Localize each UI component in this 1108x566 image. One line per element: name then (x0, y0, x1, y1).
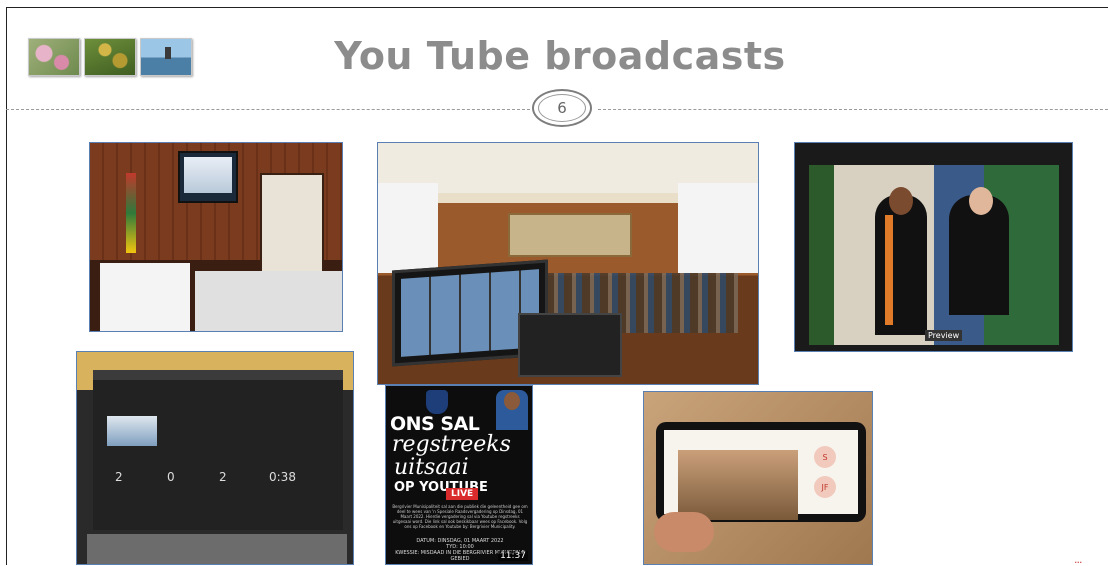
youtube-live-poster: ONS SAL regstreeks uitsaai OP YOUTUBE LI… (385, 385, 533, 565)
mayor-portrait (496, 390, 528, 430)
stat-3: 2 (219, 470, 227, 484)
poster-line-3: uitsaai (394, 455, 469, 480)
preview-label: Preview (925, 330, 963, 341)
header-thumbnails (28, 38, 192, 76)
municipal-crest-icon (426, 390, 448, 414)
flowers-thumbnail (28, 38, 80, 76)
poster-line-2: regstreeks (392, 432, 511, 457)
oath-ceremony-screen-photo: Preview (794, 142, 1073, 352)
stat-2: 0 (167, 470, 175, 484)
slide-border-left (6, 7, 7, 565)
participant-avatar-s: S (814, 446, 836, 468)
divider-right (598, 109, 1108, 110)
fynbos-thumbnail (84, 38, 136, 76)
page-number-badge: 6 (532, 89, 592, 127)
slide-border-top (6, 7, 1108, 8)
slide: You Tube broadcasts 6 Preview 2 0 2 0:38… (0, 0, 1108, 566)
stat-4: 0:38 (269, 470, 296, 484)
video-duration: 11:37 (498, 551, 528, 561)
presentation-room-photo (89, 142, 343, 332)
poster-body: Bergrivier Munisipaliteit sal aan die pu… (392, 504, 528, 529)
more-indicator: ... (1074, 553, 1082, 566)
participant-avatar-jf: JF (814, 476, 836, 498)
phone-video-meeting-photo: S JF (643, 391, 873, 565)
harbour-tower-thumbnail (140, 38, 192, 76)
slide-title: You Tube broadcasts (334, 34, 786, 78)
divider-left (6, 109, 530, 110)
live-badge: LIVE (446, 488, 479, 500)
stat-1: 2 (115, 470, 123, 484)
youtube-studio-laptop-photo: 2 0 2 0:38 (76, 351, 354, 565)
council-chamber-broadcast-photo (377, 142, 759, 385)
page-number: 6 (538, 94, 586, 122)
